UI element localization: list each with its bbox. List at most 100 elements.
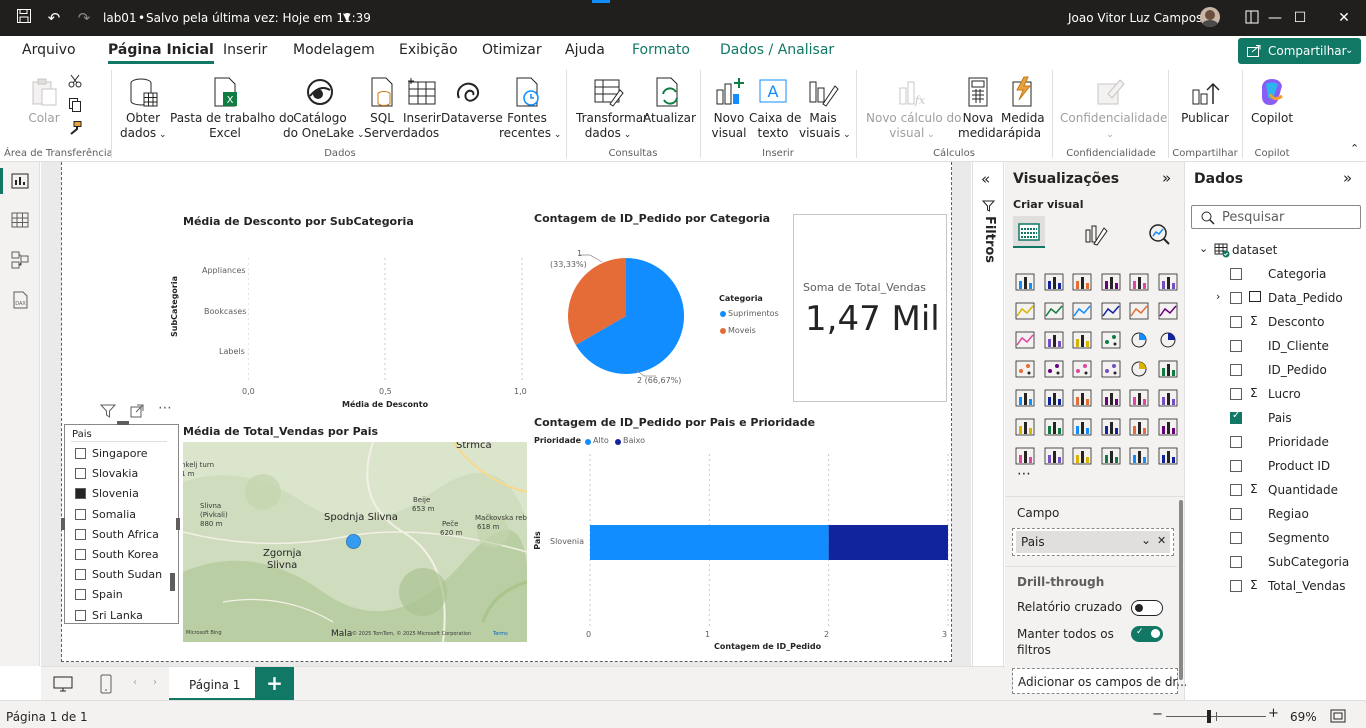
zoom-out-icon[interactable]: − [1152, 707, 1163, 722]
100-column-icon[interactable] [1157, 272, 1179, 292]
stacked-column-icon[interactable] [1043, 272, 1065, 292]
table-view-icon[interactable] [10, 210, 30, 230]
stacked-area-icon[interactable] [1071, 301, 1093, 321]
filters-pane-collapsed[interactable]: « Filtros [972, 162, 1004, 666]
slicer-item[interactable]: South Sudan [75, 568, 162, 588]
python-visual-icon[interactable] [1014, 417, 1036, 437]
field-checkbox[interactable] [1230, 580, 1242, 592]
add-page-button[interactable]: + [255, 667, 294, 701]
recent-sources-button[interactable]: Fontes recentes ⌄ [499, 76, 561, 143]
map-visual[interactable]: Média de Total_Vendas por Pais Strmca Sp… [182, 424, 527, 642]
clustered-bar-icon[interactable] [1071, 272, 1093, 292]
close-icon[interactable]: ✕ [1321, 0, 1366, 36]
key-influencers-icon[interactable] [1043, 417, 1065, 437]
field-checkbox[interactable] [1230, 292, 1242, 304]
new-card-icon[interactable] [1043, 446, 1065, 466]
sql-server-button[interactable]: SQL Server [364, 76, 403, 141]
cross-report-toggle[interactable] [1131, 600, 1163, 616]
slicer-checkbox[interactable] [75, 468, 86, 480]
resize-handle[interactable] [117, 421, 129, 425]
remove-field-icon[interactable]: ✕ [1157, 534, 1166, 547]
transform-data-button[interactable]: Transformar dados ⌄ [576, 76, 648, 143]
slicer-checkbox[interactable] [75, 569, 86, 581]
field-checkbox[interactable] [1230, 508, 1242, 520]
slicer-pais[interactable]: Pais Singapore Slovakia Slovenia Somalia Sou… [64, 424, 179, 624]
field-well-dropzone[interactable]: Pais ⌄ ✕ [1012, 528, 1174, 556]
tab-ajuda[interactable]: Ajuda [565, 42, 605, 58]
narrative-icon[interactable] [1128, 417, 1150, 437]
model-view-icon[interactable] [10, 250, 30, 270]
field-item[interactable]: ID_Cliente [1186, 335, 1366, 359]
bar-segment-baixo[interactable] [828, 525, 948, 560]
kpi-icon[interactable] [1043, 388, 1065, 408]
line-icon[interactable] [1014, 301, 1036, 321]
map-canvas[interactable]: Strmca Spodnja Slivna Zgornja Slivna Bei… [183, 442, 527, 642]
tab-pagina-inicial[interactable]: Página Inicial [108, 42, 214, 64]
undo-icon[interactable]: ↶ [44, 8, 64, 28]
map-bubble-slovenia[interactable] [346, 534, 361, 549]
more-visuals-icon[interactable]: ⋯ [1017, 466, 1031, 482]
power-automate-icon[interactable] [1157, 446, 1179, 466]
slicer-item[interactable]: Slovakia [75, 467, 138, 487]
build-visual-tab[interactable] [1013, 216, 1045, 248]
field-item[interactable]: Σ Lucro [1186, 383, 1366, 407]
scatter-icon[interactable] [1100, 330, 1122, 350]
field-item[interactable]: Σ Total_Vendas [1186, 575, 1366, 599]
fit-to-page-icon[interactable] [1330, 709, 1346, 723]
desktop-layout-icon[interactable] [53, 676, 73, 692]
funnel-icon[interactable] [1071, 330, 1093, 350]
more-options-icon[interactable]: ⋯ [158, 400, 172, 416]
table-icon[interactable] [1100, 388, 1122, 408]
field-checkbox[interactable] [1230, 484, 1242, 496]
field-checkbox[interactable] [1230, 532, 1242, 544]
treemap-icon[interactable] [1014, 359, 1036, 379]
format-painter-icon[interactable] [68, 121, 82, 135]
card-total-vendas[interactable]: Soma de Total_Vendas 1,47 Mil [793, 214, 947, 402]
save-icon[interactable] [14, 8, 34, 28]
slicer-item[interactable]: South Africa [75, 528, 159, 548]
map-icon[interactable] [1043, 359, 1065, 379]
field-checkbox[interactable] [1230, 460, 1242, 472]
search-input[interactable]: Pesquisar [1191, 205, 1361, 229]
pane-scrollbar[interactable] [1179, 500, 1183, 680]
page-tab-pagina-1[interactable]: Página 1 [169, 667, 255, 701]
line-clustered-icon[interactable] [1157, 301, 1179, 321]
field-checkbox[interactable] [1230, 340, 1242, 352]
resize-handle[interactable] [176, 518, 180, 530]
table-name[interactable]: dataset [1232, 243, 1277, 257]
tab-formato[interactable]: Formato [632, 42, 690, 58]
enter-data-button[interactable]: Inserir dados [403, 76, 441, 141]
new-slicer-icon[interactable] [1071, 446, 1093, 466]
more-visuals-button[interactable]: Mais visuais ⌄ [799, 76, 851, 143]
chevron-right-icon[interactable]: › [1216, 290, 1220, 303]
ribbon-icon[interactable] [1014, 330, 1036, 350]
new-visual-button[interactable]: Novo visual [711, 76, 747, 141]
new-measure-button[interactable]: Nova medida [958, 76, 1003, 141]
qa-icon[interactable] [1100, 417, 1122, 437]
refresh-button[interactable]: Atualizar [643, 76, 696, 126]
pie-icon[interactable] [1128, 330, 1150, 350]
keep-filters-toggle[interactable]: ✓ [1131, 626, 1163, 642]
power-apps-icon[interactable] [1128, 446, 1150, 466]
chevron-down-icon[interactable]: ⌄ [1141, 533, 1151, 547]
share-button[interactable]: Compartilhar ⌄ [1238, 38, 1361, 64]
slicer-icon[interactable] [1071, 388, 1093, 408]
publish-button[interactable]: Publicar [1180, 76, 1230, 126]
gauge-icon[interactable] [1128, 359, 1150, 379]
pie-legend-item[interactable]: Moveis [728, 326, 756, 335]
stacked-bar-icon[interactable] [1014, 272, 1036, 292]
slicer-checkbox[interactable] [75, 609, 86, 621]
collapse-ribbon-icon[interactable]: ⌃ [1350, 142, 1359, 155]
clustered-column-icon[interactable] [1100, 272, 1122, 292]
copilot-button[interactable]: Copilot [1250, 76, 1294, 126]
field-item[interactable]: Categoria [1186, 263, 1366, 287]
tab-inserir[interactable]: Inserir [223, 42, 267, 58]
pie-chart-categoria[interactable]: Contagem de ID_Pedido por Categoria 1 (3… [532, 210, 787, 410]
zoom-slider-thumb[interactable] [1207, 710, 1211, 723]
r-visual-icon[interactable] [1157, 388, 1179, 408]
tab-arquivo[interactable]: Arquivo [22, 42, 76, 58]
multirow-card-icon[interactable] [1014, 388, 1036, 408]
slicer-checkbox[interactable] [75, 448, 86, 459]
redo-icon[interactable]: ↷ [74, 8, 94, 28]
zoom-in-icon[interactable]: + [1268, 706, 1279, 721]
